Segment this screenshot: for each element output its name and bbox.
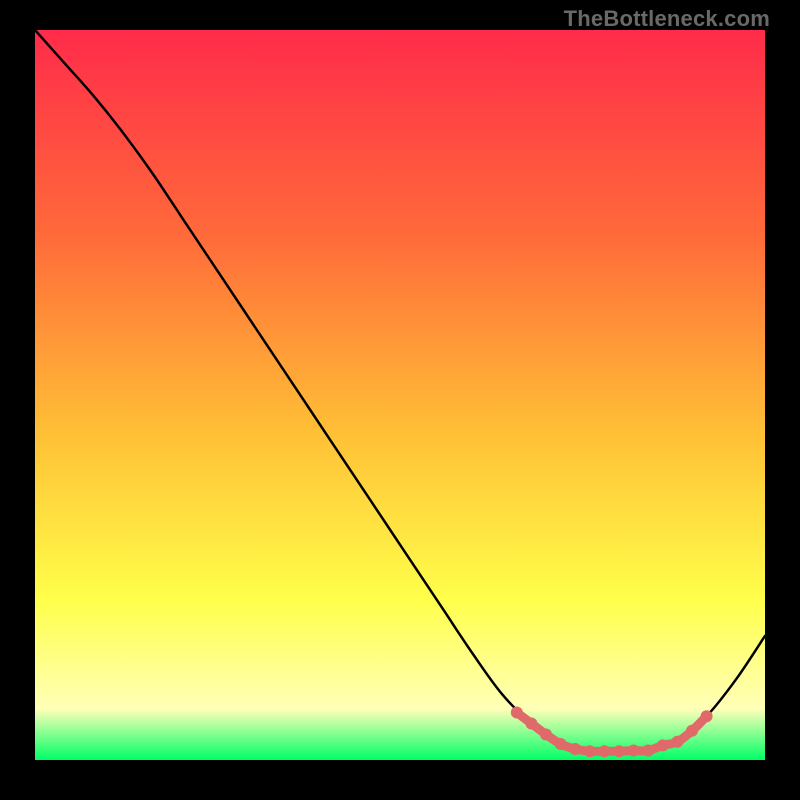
highlight-dot [569,743,581,755]
watermark-text: TheBottleneck.com [564,6,770,32]
highlight-dot [598,745,610,757]
highlight-dot [584,745,596,757]
highlight-dot [555,738,567,750]
highlight-dot [686,725,698,737]
highlight-dot [540,728,552,740]
highlight-dot [657,739,669,751]
highlight-dot [511,707,523,719]
highlight-dot [613,745,625,757]
gradient-background [35,30,765,760]
highlight-dot [525,718,537,730]
chart-frame [35,30,765,760]
highlight-dot [642,745,654,757]
bottleneck-chart [35,30,765,760]
highlight-dot [671,736,683,748]
highlight-dot [628,745,640,757]
highlight-dot [701,710,713,722]
